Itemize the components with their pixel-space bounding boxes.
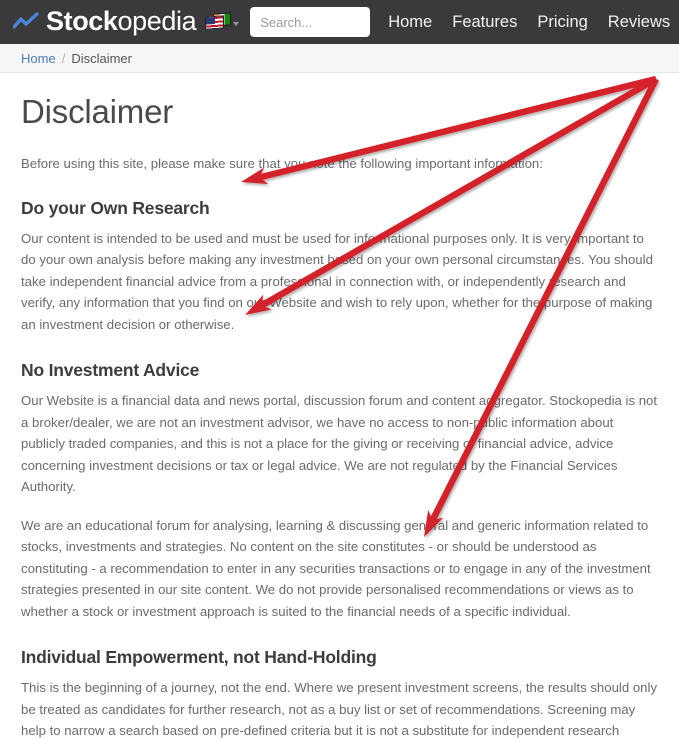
line-chart-icon [13, 12, 39, 29]
breadcrumb-separator: / [61, 50, 66, 66]
page-title: Disclaimer [21, 93, 174, 130]
brand-text-light: opedia [117, 5, 197, 36]
top-navbar: Stockopedia Home Features Pricing Review… [0, 0, 679, 44]
nav-link-features[interactable]: Features [452, 0, 517, 44]
section-heading-do-your-own-research: Do your Own Research [21, 197, 210, 218]
breadcrumb-item-home[interactable]: Home [21, 51, 56, 66]
nav-link-home[interactable]: Home [388, 0, 432, 44]
section-paragraph: Our Website is a financial data and news… [21, 393, 658, 494]
main-content: Disclaimer Before using this site, pleas… [0, 73, 679, 739]
section-paragraph: This is the beginning of a journey, not … [21, 680, 658, 738]
section-heading-no-investment-advice: No Investment Advice [21, 360, 200, 380]
breadcrumb: Home / Disclaimer [0, 44, 679, 73]
brand-text: Stockopedia [46, 5, 197, 36]
primary-nav: Home Features Pricing Reviews [388, 0, 679, 44]
section-paragraph: We are an educational forum for analysin… [21, 517, 651, 619]
locale-picker[interactable] [205, 12, 240, 31]
search-input[interactable] [250, 7, 371, 37]
intro-paragraph: Before using this site, please make sure… [21, 156, 543, 171]
brand-text-bold: Stock [46, 5, 118, 36]
breadcrumb-item-current: Disclaimer [71, 50, 132, 66]
brand-logo[interactable]: Stockopedia [13, 5, 197, 36]
flag-us-icon [205, 15, 225, 30]
section-paragraph: Our content is intended to be used and m… [21, 230, 653, 332]
chevron-down-icon [233, 22, 240, 26]
flags-icon [205, 12, 232, 31]
flag-canton [206, 16, 216, 25]
nav-link-pricing[interactable]: Pricing [537, 0, 587, 44]
section-heading-individual-empowerment: Individual Empowerment, not Hand-Holding [21, 647, 377, 667]
page-root: Stockopedia Home Features Pricing Review… [0, 0, 679, 739]
nav-link-reviews[interactable]: Reviews [608, 0, 670, 44]
